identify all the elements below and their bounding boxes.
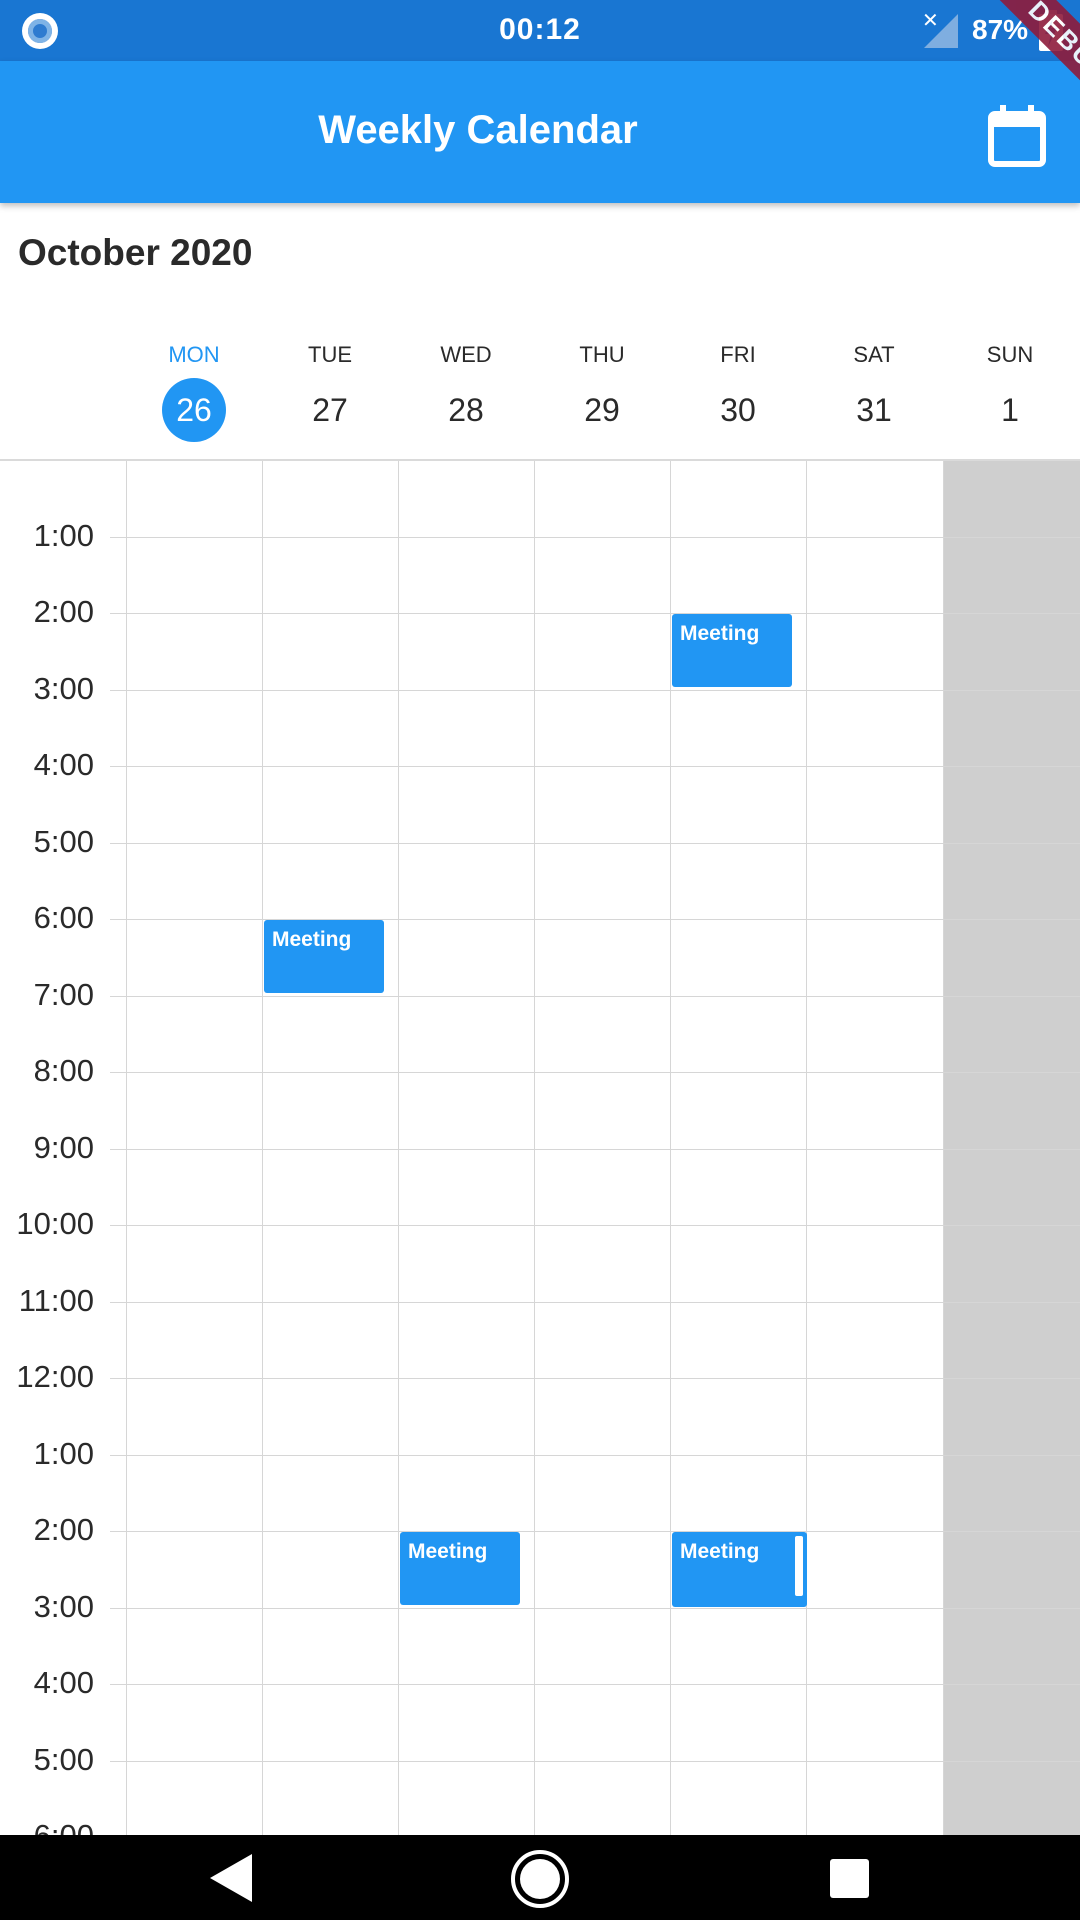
event-resize-handle[interactable] xyxy=(795,1536,803,1596)
hour-label: 6:00 xyxy=(33,900,94,935)
hour-label: 7:00 xyxy=(33,977,94,1012)
day-header-fri[interactable]: FRI 30 xyxy=(670,340,806,442)
month-title: October 2020 xyxy=(18,232,253,273)
day-name: SUN xyxy=(986,342,1034,367)
hour-label: 12:00 xyxy=(16,1359,94,1394)
time-grid[interactable]: 1:00 2:00 3:00 4:00 5:00 6:00 7:00 8:00 … xyxy=(0,459,1080,1837)
status-time: 00:12 xyxy=(499,13,581,46)
day-number: 29 xyxy=(584,392,620,428)
hour-line xyxy=(110,1072,1080,1073)
day-name: TUE xyxy=(308,342,352,367)
event-title: Meeting xyxy=(680,1540,760,1563)
event-title: Meeting xyxy=(680,622,760,645)
day-number: 30 xyxy=(720,392,756,428)
svg-text:✕: ✕ xyxy=(922,10,939,32)
day-header-tue[interactable]: TUE 27 xyxy=(262,340,398,442)
hour-label: 5:00 xyxy=(33,1742,94,1777)
home-icon[interactable] xyxy=(510,1849,570,1909)
recents-icon[interactable] xyxy=(830,1859,869,1898)
hour-label: 1:00 xyxy=(33,1436,94,1471)
hour-label: 8:00 xyxy=(33,1053,94,1088)
hour-line xyxy=(110,1531,1080,1532)
hour-label: 11:00 xyxy=(18,1283,94,1318)
day-name: FRI xyxy=(720,342,756,367)
hour-line xyxy=(110,613,1080,614)
day-header-sun[interactable]: SUN 1 xyxy=(942,340,1078,442)
hour-line xyxy=(110,1608,1080,1609)
hour-line xyxy=(110,1149,1080,1150)
day-name: THU xyxy=(579,342,625,367)
hour-line xyxy=(110,1302,1080,1303)
hour-label: 2:00 xyxy=(33,1512,94,1547)
day-number: 27 xyxy=(312,392,348,428)
hour-label: 10:00 xyxy=(16,1206,94,1241)
calendar-icon[interactable] xyxy=(982,100,1054,172)
event-wed-2pm[interactable]: Meeting xyxy=(400,1532,520,1605)
event-title: Meeting xyxy=(408,1540,488,1563)
hour-label: 4:00 xyxy=(33,747,94,782)
hour-line xyxy=(110,1378,1080,1379)
hour-line xyxy=(110,1761,1080,1762)
day-name: WED xyxy=(440,342,492,367)
hour-line xyxy=(110,919,1080,920)
event-tue-6am[interactable]: Meeting xyxy=(264,920,384,993)
status-bar: 00:12 ✕ 87% xyxy=(0,0,1080,61)
hour-line xyxy=(110,690,1080,691)
hour-label: 1:00 xyxy=(33,518,94,553)
hour-line xyxy=(110,996,1080,997)
day-name: SAT xyxy=(853,342,895,367)
system-nav-bar xyxy=(0,1835,1080,1920)
hour-line xyxy=(110,1684,1080,1685)
app-title: Weekly Calendar xyxy=(318,108,638,152)
hour-label: 2:00 xyxy=(33,594,94,629)
back-icon[interactable] xyxy=(208,1852,254,1904)
day-header-sat[interactable]: SAT 31 xyxy=(806,340,942,442)
hour-label: 3:00 xyxy=(33,1589,94,1624)
event-fri-2pm-selected[interactable]: Meeting xyxy=(672,1532,807,1607)
hour-label: 5:00 xyxy=(33,824,94,859)
hour-line xyxy=(110,1225,1080,1226)
hour-label: 4:00 xyxy=(33,1665,94,1700)
hour-line xyxy=(110,537,1080,538)
hour-label: 9:00 xyxy=(33,1130,94,1165)
day-name: MON xyxy=(168,342,220,367)
day-number: 31 xyxy=(856,392,892,428)
hour-line xyxy=(110,843,1080,844)
event-fri-2am[interactable]: Meeting xyxy=(672,614,792,687)
hour-label: 3:00 xyxy=(33,671,94,706)
day-number: 1 xyxy=(1001,392,1019,428)
event-title: Meeting xyxy=(272,928,352,951)
day-header-thu[interactable]: THU 29 xyxy=(534,340,670,442)
day-number-today: 26 xyxy=(162,378,226,442)
day-header-mon[interactable]: MON 26 xyxy=(126,340,262,442)
hour-line xyxy=(110,766,1080,767)
app-bar: Weekly Calendar xyxy=(0,61,1080,203)
day-number: 28 xyxy=(448,392,484,428)
day-header-wed[interactable]: WED 28 xyxy=(398,340,534,442)
signal-icon: ✕ xyxy=(922,10,958,48)
hour-line xyxy=(110,1455,1080,1456)
week-day-header: MON 26 TUE 27 WED 28 THU 29 FRI 30 SAT 3… xyxy=(126,340,1080,460)
